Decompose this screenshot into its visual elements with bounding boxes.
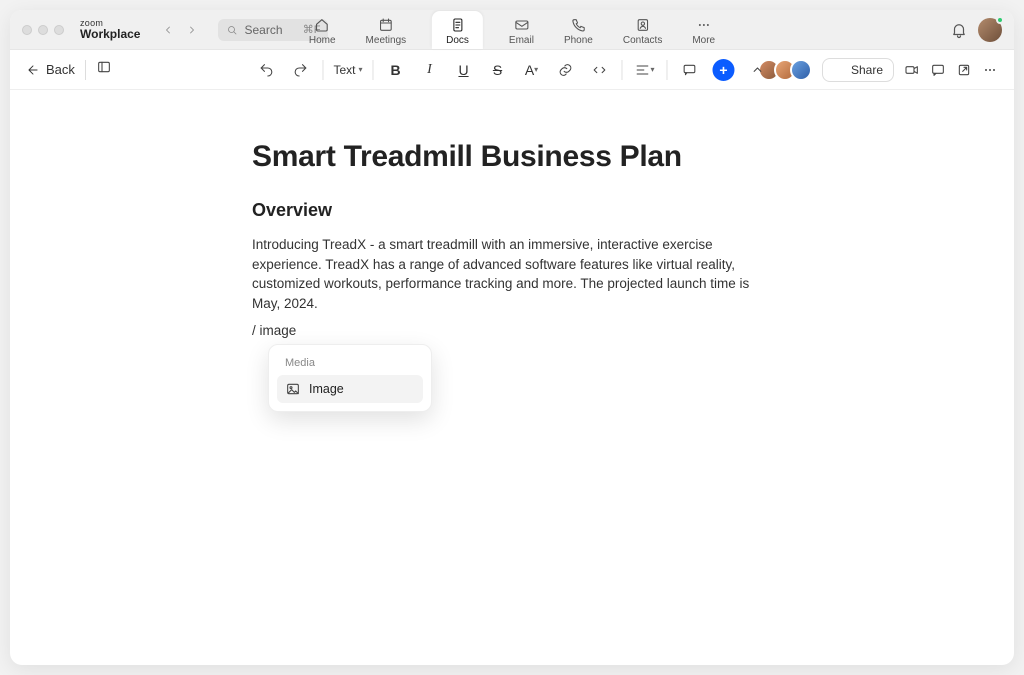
text-style-label: Text	[333, 63, 355, 77]
brand-bottom: Workplace	[80, 28, 140, 40]
toolbar-left: Back	[26, 59, 112, 80]
nav-home[interactable]: Home	[305, 13, 340, 49]
slash-command-input[interactable]: / image	[252, 323, 772, 338]
underline-button[interactable]: U	[452, 56, 476, 84]
nav-meetings-label: Meetings	[366, 35, 407, 46]
divider	[622, 60, 623, 80]
calendar-icon	[378, 17, 394, 33]
history-nav	[158, 20, 202, 40]
nav-phone-label: Phone	[564, 35, 593, 46]
back-label: Back	[46, 62, 75, 77]
strikethrough-button[interactable]: S	[486, 56, 510, 84]
image-icon	[285, 381, 301, 397]
nav-more-label: More	[692, 35, 715, 46]
chat-icon[interactable]	[930, 62, 946, 78]
insert-button[interactable]: +	[712, 56, 736, 84]
close-window-dot[interactable]	[22, 25, 32, 35]
nav-contacts[interactable]: Contacts	[619, 13, 666, 49]
docs-icon	[450, 17, 466, 33]
open-external-icon[interactable]	[956, 62, 972, 78]
redo-button[interactable]	[288, 56, 312, 84]
presence-indicator	[996, 16, 1004, 24]
chevron-down-icon: ▾	[359, 65, 363, 74]
toolbar-center: Text ▾ B I U S A▾ ▾ +	[254, 50, 769, 90]
nav-more[interactable]: More	[688, 13, 719, 49]
nav-email[interactable]: Email	[505, 13, 538, 49]
collaborator-avatar	[790, 59, 812, 81]
nav-home-label: Home	[309, 35, 336, 46]
brand-logo: zoom Workplace	[80, 19, 140, 40]
search-icon	[226, 24, 238, 36]
text-color-button[interactable]: A▾	[520, 56, 544, 84]
text-style-menu[interactable]: Text ▾	[333, 56, 362, 84]
doc-heading-overview[interactable]: Overview	[252, 200, 772, 221]
plus-icon: +	[713, 59, 735, 81]
link-button[interactable]	[554, 56, 578, 84]
notifications-icon[interactable]	[950, 21, 968, 39]
slash-menu-section-label: Media	[277, 353, 423, 375]
back-button[interactable]: Back	[26, 62, 75, 77]
phone-icon	[570, 17, 586, 33]
maximize-window-dot[interactable]	[54, 25, 64, 35]
arrow-left-icon	[26, 63, 40, 77]
toolbar-right: Share	[758, 58, 998, 82]
contacts-icon	[635, 17, 651, 33]
nav-docs-label: Docs	[446, 35, 469, 46]
minimize-window-dot[interactable]	[38, 25, 48, 35]
video-icon[interactable]	[904, 62, 920, 78]
doc-body-paragraph[interactable]: Introducing TreadX - a smart treadmill w…	[252, 235, 772, 313]
nav-meetings[interactable]: Meetings	[362, 13, 411, 49]
titlebar-right	[950, 18, 1002, 42]
share-button[interactable]: Share	[822, 58, 894, 82]
undo-button[interactable]	[254, 56, 278, 84]
chevron-down-icon: ▾	[651, 65, 655, 74]
slash-menu-item-label: Image	[309, 382, 344, 396]
divider	[85, 60, 86, 80]
nav-contacts-label: Contacts	[623, 35, 662, 46]
more-icon	[696, 17, 712, 33]
divider	[667, 60, 668, 80]
nav-email-label: Email	[509, 35, 534, 46]
search-placeholder: Search	[244, 23, 282, 37]
profile-avatar[interactable]	[978, 18, 1002, 42]
email-icon	[513, 17, 529, 33]
align-button[interactable]: ▾	[633, 56, 657, 84]
share-label: Share	[851, 63, 883, 77]
titlebar: zoom Workplace Search ⌘F Home Meetings	[10, 10, 1014, 50]
nav-docs[interactable]: Docs	[432, 11, 483, 49]
panel-toggle-button[interactable]	[96, 59, 112, 80]
more-options-icon[interactable]	[982, 62, 998, 78]
home-icon	[314, 17, 330, 33]
window-controls	[22, 25, 64, 35]
history-forward-button[interactable]	[182, 20, 202, 40]
divider	[322, 60, 323, 80]
bold-button[interactable]: B	[384, 56, 408, 84]
doc-title[interactable]: Smart Treadmill Business Plan	[252, 140, 772, 174]
divider	[373, 60, 374, 80]
slash-menu-item-image[interactable]: Image	[277, 375, 423, 403]
comment-button[interactable]	[678, 56, 702, 84]
history-back-button[interactable]	[158, 20, 178, 40]
collapse-toolbar-button[interactable]	[746, 56, 770, 84]
slash-menu: Media Image	[268, 344, 432, 412]
document-canvas[interactable]: Smart Treadmill Business Plan Overview I…	[10, 90, 1014, 665]
chevron-down-icon: ▾	[534, 65, 538, 74]
italic-button[interactable]: I	[418, 56, 442, 84]
app-window: zoom Workplace Search ⌘F Home Meetings	[10, 10, 1014, 665]
top-navigation: Home Meetings Docs Email Phone Contacts	[305, 10, 719, 49]
toolbar-right-icons	[904, 62, 998, 78]
nav-phone[interactable]: Phone	[560, 13, 597, 49]
code-button[interactable]	[588, 56, 612, 84]
lock-icon	[833, 63, 846, 76]
editor-toolbar: Back Text ▾ B I U S A▾ ▾ +	[10, 50, 1014, 90]
